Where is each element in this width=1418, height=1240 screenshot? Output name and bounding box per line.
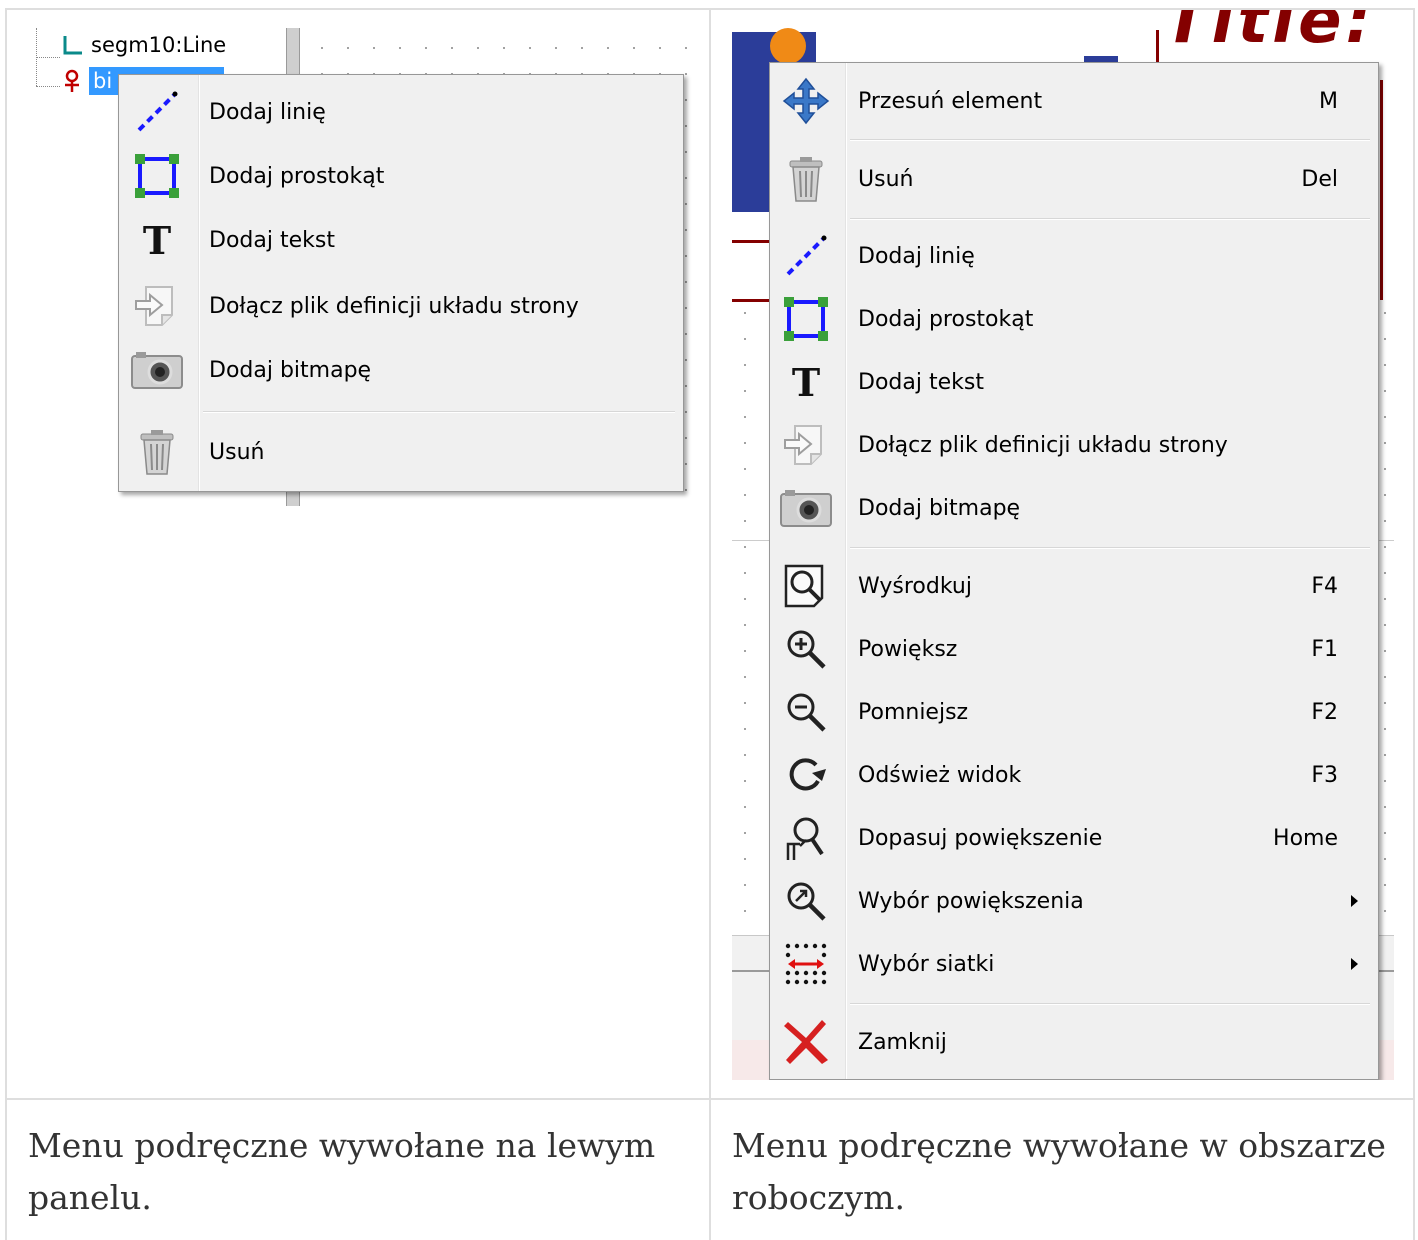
menu-item-append-file[interactable]: Dołącz plik definicji układu strony bbox=[770, 414, 1378, 476]
append-file-icon bbox=[129, 278, 185, 334]
anchor-icon bbox=[61, 69, 83, 93]
menu-item-label: Dołącz plik definicji układu strony bbox=[209, 293, 579, 319]
add-rectangle-icon bbox=[778, 291, 834, 347]
menu-item-delete[interactable]: Usuń Del bbox=[770, 145, 1378, 213]
svg-text:T: T bbox=[143, 218, 171, 262]
menu-item-label: Wybór powiększenia bbox=[858, 888, 1084, 914]
menu-item-zoom-select[interactable]: Wybór powiększenia bbox=[770, 870, 1378, 932]
menu-item-label: Usuń bbox=[858, 166, 914, 192]
menu-item-shortcut: F3 bbox=[1311, 762, 1338, 788]
menu-item-label: Dodaj tekst bbox=[858, 369, 984, 395]
menu-item-label: Powiększ bbox=[858, 636, 958, 662]
camera-icon bbox=[129, 342, 185, 398]
menu-item-label: Wybór siatki bbox=[858, 951, 995, 977]
menu-item-label: Usuń bbox=[209, 439, 265, 465]
refresh-icon bbox=[778, 747, 834, 803]
tree-item-label: segm10:Line bbox=[91, 33, 227, 57]
menu-item-add-line[interactable]: Dodaj linię bbox=[119, 81, 683, 143]
caption-right: Menu podręczne wywołane w obszarze roboc… bbox=[732, 1126, 1386, 1217]
logo-orange-dot bbox=[770, 28, 806, 64]
menu-item-label: Przesuń element bbox=[858, 88, 1043, 114]
menu-item-move[interactable]: Przesuń element M bbox=[770, 67, 1378, 135]
close-icon bbox=[778, 1014, 834, 1070]
menu-item-shortcut: F1 bbox=[1311, 636, 1338, 662]
menu-item-shortcut: M bbox=[1319, 88, 1338, 114]
tree-connector bbox=[36, 86, 60, 87]
zoom-fit-icon bbox=[778, 810, 834, 866]
table-border-left bbox=[5, 8, 7, 1240]
menu-separator bbox=[850, 1003, 1370, 1005]
add-line-icon bbox=[778, 228, 834, 284]
menu-item-add-rectangle[interactable]: Dodaj prostokąt bbox=[119, 145, 683, 207]
menu-separator bbox=[850, 547, 1370, 549]
submenu-arrow-icon bbox=[1351, 895, 1358, 907]
append-file-icon bbox=[778, 417, 834, 473]
menu-separator bbox=[203, 411, 675, 413]
zoom-select-icon bbox=[778, 873, 834, 929]
menu-item-add-rectangle[interactable]: Dodaj prostokąt bbox=[770, 288, 1378, 350]
menu-item-label: Zamknij bbox=[858, 1029, 947, 1055]
menu-separator bbox=[850, 218, 1370, 220]
zoom-center-icon bbox=[778, 558, 834, 614]
menu-item-add-bitmap[interactable]: Dodaj bitmapę bbox=[770, 477, 1378, 539]
canvas-context-menu: Przesuń element M Usuń Del Dodaj linię D… bbox=[769, 62, 1379, 1080]
menu-item-shortcut: F2 bbox=[1311, 699, 1338, 725]
table-row-divider bbox=[5, 1098, 1415, 1100]
menu-item-label: Dopasuj powiększenie bbox=[858, 825, 1103, 851]
menu-item-add-text[interactable]: T Dodaj tekst bbox=[770, 351, 1378, 413]
trash-icon bbox=[129, 424, 185, 480]
border-right-frame bbox=[1380, 80, 1394, 300]
menu-item-add-bitmap[interactable]: Dodaj bitmapę bbox=[119, 339, 683, 401]
camera-icon bbox=[778, 480, 834, 536]
menu-item-label: Dodaj prostokąt bbox=[209, 163, 385, 189]
menu-item-refresh[interactable]: Odśwież widok F3 bbox=[770, 744, 1378, 806]
menu-item-label: Dodaj bitmapę bbox=[858, 495, 1021, 521]
menu-item-grid-select[interactable]: Wybór siatki bbox=[770, 933, 1378, 995]
tree-item-line[interactable]: segm10:Line bbox=[61, 32, 226, 58]
menu-item-label: Dodaj tekst bbox=[209, 227, 335, 253]
add-text-icon: T bbox=[129, 212, 185, 268]
table-border-right bbox=[1413, 8, 1415, 1240]
menu-item-label: Dołącz plik definicji układu strony bbox=[858, 432, 1228, 458]
menu-item-close[interactable]: Zamknij bbox=[770, 1011, 1378, 1073]
menu-separator bbox=[850, 139, 1370, 141]
table-border-middle bbox=[709, 8, 711, 1240]
line-segment-icon bbox=[61, 34, 83, 56]
menu-item-add-text[interactable]: T Dodaj tekst bbox=[119, 209, 683, 271]
submenu-arrow-icon bbox=[1351, 958, 1358, 970]
menu-item-label: Pomniejsz bbox=[858, 699, 969, 725]
menu-item-label: Odśwież widok bbox=[858, 762, 1022, 788]
zoom-in-icon bbox=[778, 621, 834, 677]
menu-item-zoom-fit[interactable]: Dopasuj powiększenie Home bbox=[770, 807, 1378, 869]
trash-icon bbox=[778, 151, 834, 207]
menu-item-delete[interactable]: Usuń bbox=[119, 421, 683, 483]
menu-item-zoom-in[interactable]: Powiększ F1 bbox=[770, 618, 1378, 680]
menu-item-label: Dodaj linię bbox=[858, 243, 975, 269]
menu-item-zoom-out[interactable]: Pomniejsz F2 bbox=[770, 681, 1378, 743]
right-screenshot: Title: Przesuń element M Usuń Del Dodaj … bbox=[732, 10, 1394, 1080]
menu-item-shortcut: Del bbox=[1301, 166, 1338, 192]
add-line-icon bbox=[129, 84, 185, 140]
move-icon bbox=[778, 73, 834, 129]
menu-item-shortcut: F4 bbox=[1311, 573, 1338, 599]
svg-text:T: T bbox=[792, 360, 820, 404]
menu-item-label: Dodaj bitmapę bbox=[209, 357, 372, 383]
menu-item-label: Dodaj prostokąt bbox=[858, 306, 1034, 332]
menu-item-append-file[interactable]: Dołącz plik definicji układu strony bbox=[119, 275, 683, 337]
grid-select-icon bbox=[778, 936, 834, 992]
add-text-icon: T bbox=[778, 354, 834, 410]
menu-item-shortcut: Home bbox=[1273, 825, 1338, 851]
tree-connector bbox=[36, 57, 60, 58]
tree-context-menu: Dodaj linię Dodaj prostokąt T Dodaj teks… bbox=[118, 74, 684, 492]
menu-item-label: Dodaj linię bbox=[209, 99, 326, 125]
menu-item-add-line[interactable]: Dodaj linię bbox=[770, 225, 1378, 287]
drawing-title-fragment: Title: bbox=[1164, 10, 1376, 58]
caption-left: Menu podręczne wywołane na lewym panelu. bbox=[28, 1126, 656, 1217]
menu-item-label: Wyśrodkuj bbox=[858, 573, 972, 599]
left-screenshot: segm10:Line bi Dodaj linię Dodaj prostok… bbox=[9, 10, 707, 1097]
zoom-out-icon bbox=[778, 684, 834, 740]
add-rectangle-icon bbox=[129, 148, 185, 204]
menu-item-zoom-center[interactable]: Wyśrodkuj F4 bbox=[770, 555, 1378, 617]
